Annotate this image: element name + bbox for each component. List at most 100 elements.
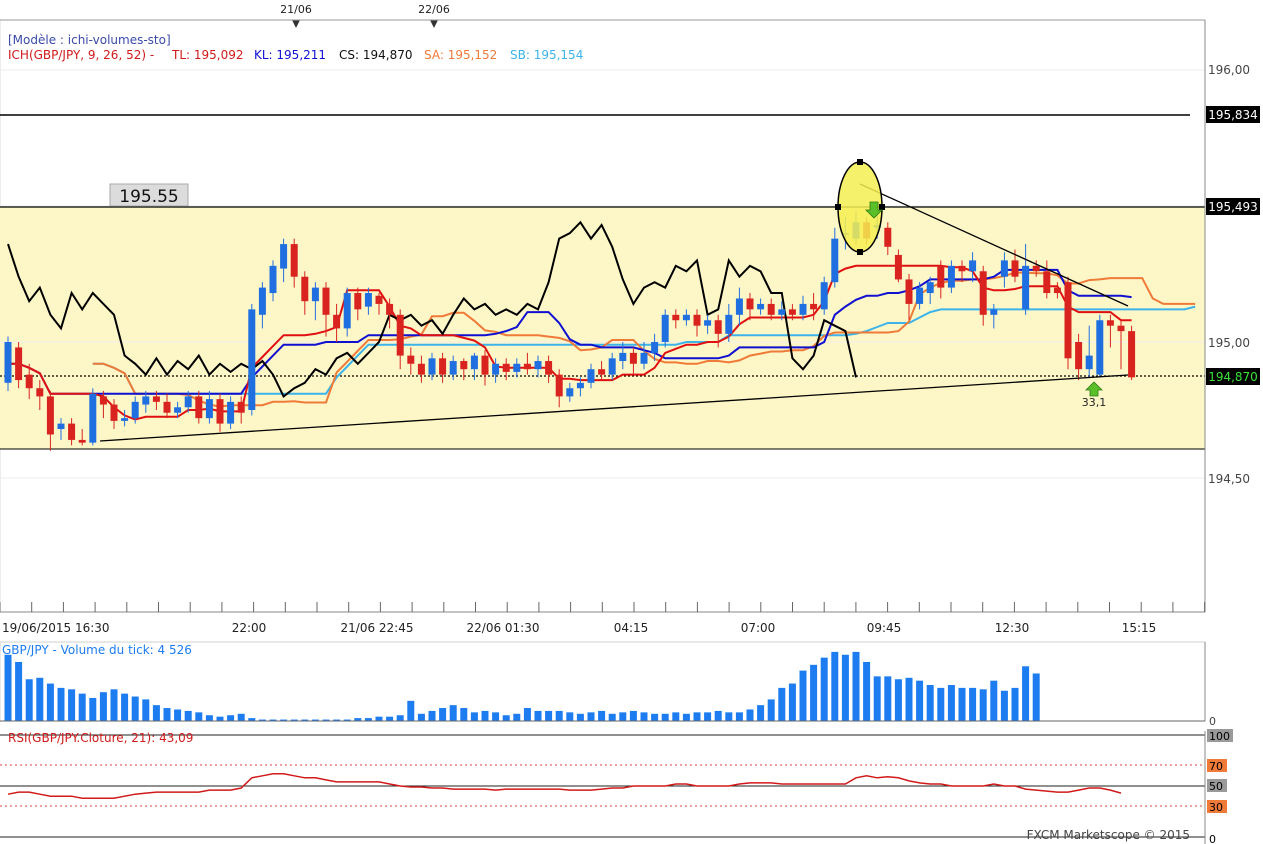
volume-bar	[619, 712, 627, 721]
volume-bar	[1000, 690, 1008, 721]
level-label: 195.55	[119, 187, 178, 207]
volume-bar	[417, 713, 425, 721]
volume-bar	[57, 687, 65, 721]
candle-body	[926, 282, 934, 294]
candle-body	[566, 388, 574, 397]
candle-body	[947, 265, 955, 288]
ellipse-handle-top[interactable]	[857, 159, 863, 165]
candle-body	[4, 342, 12, 383]
volume-bar	[598, 710, 606, 721]
candle-body	[333, 314, 341, 329]
time-label-1: 22:00	[232, 621, 267, 635]
candle-body	[714, 320, 722, 334]
volume-bar	[99, 692, 107, 721]
ellipse-handle-left[interactable]	[835, 204, 841, 210]
time-label-5: 07:00	[741, 621, 776, 635]
volume-bar	[682, 713, 690, 721]
volume-bar	[884, 676, 892, 721]
candle-body	[969, 260, 977, 272]
candle-body	[36, 388, 44, 397]
volume-bar	[68, 689, 76, 721]
candle-body	[534, 361, 542, 370]
volume-axis-zero: 0	[1209, 715, 1216, 728]
ich-label: ICH(GBP/JPY, 9, 26, 52) -	[8, 48, 154, 62]
volume-bar	[947, 685, 955, 721]
top-marker-2106: 21/06	[280, 3, 312, 16]
volume-bar	[905, 677, 913, 721]
candle-body	[640, 352, 648, 364]
annotation-value: 33,1	[1082, 396, 1107, 409]
candle-body	[174, 407, 182, 413]
volume-bar	[470, 712, 478, 721]
volume-bar	[788, 683, 796, 721]
chart-canvas: 33,1 195.55 [Modèle : ichi-volumes-sto] …	[0, 3, 1260, 844]
volume-bar	[725, 712, 733, 721]
candle-body	[110, 404, 118, 421]
candle-body	[396, 314, 404, 356]
candle-body	[672, 314, 680, 321]
candle-body	[725, 314, 733, 334]
candle-body	[1106, 320, 1114, 326]
candle-body	[364, 293, 372, 307]
ellipse-handle-right[interactable]	[879, 204, 885, 210]
volume-bar	[1011, 687, 1019, 721]
candle-body	[587, 369, 595, 383]
volume-bar	[629, 710, 637, 721]
volume-bar	[608, 713, 616, 721]
time-label-7: 12:30	[995, 621, 1030, 635]
footer-copyright: FXCM Marketscope © 2015	[1027, 828, 1190, 842]
rsi-pane[interactable]	[0, 731, 1205, 844]
rsi-label: RSI(GBP/JPY.Cloture, 21): 43,09	[8, 731, 193, 745]
ellipse-handle-bottom[interactable]	[857, 249, 863, 255]
candle-body	[25, 374, 33, 389]
volume-bar	[831, 651, 839, 721]
rsi-tag-0: 0	[1209, 833, 1216, 844]
volume-bar	[534, 710, 542, 721]
price-tick-1945: 194,50	[1208, 472, 1250, 486]
candle-body	[152, 396, 160, 402]
candle-body	[502, 363, 510, 372]
volume-bar	[237, 713, 245, 721]
volume-bar	[174, 709, 182, 721]
candle-body	[661, 314, 669, 342]
volume-bar	[693, 712, 701, 721]
volume-bar	[375, 716, 383, 721]
volume-bar	[4, 654, 12, 721]
volume-bar	[937, 687, 945, 721]
volume-bar	[449, 705, 457, 721]
volume-bar	[386, 716, 394, 721]
price-tick-196: 196,00	[1208, 63, 1250, 77]
top-marker-2206: 22/06	[418, 3, 450, 16]
candle-body	[354, 293, 362, 310]
volume-bar	[566, 712, 574, 721]
candle-body	[905, 279, 913, 304]
candle-body	[195, 396, 203, 419]
candle-body	[937, 265, 945, 288]
candle-body	[1064, 282, 1072, 359]
candle-body	[322, 287, 330, 315]
candle-body	[831, 238, 839, 283]
candle-body	[576, 382, 584, 389]
volume-bar	[121, 693, 129, 721]
candle-body	[163, 401, 171, 413]
candle-body	[810, 303, 818, 310]
candle-body	[1022, 265, 1030, 310]
candle-body	[89, 393, 97, 443]
volume-bar	[481, 710, 489, 721]
volume-bar	[184, 710, 192, 721]
volume-bar	[661, 713, 669, 721]
sa-value: SA: 195,152	[424, 48, 497, 62]
volume-bar	[502, 715, 510, 721]
candle-body	[290, 244, 298, 277]
candle-body	[417, 363, 425, 375]
candle-body	[513, 363, 521, 372]
candle-body	[894, 254, 902, 280]
candle-body	[746, 298, 754, 310]
volume-bar	[36, 677, 44, 721]
volume-bar	[746, 709, 754, 721]
candle-body	[15, 347, 23, 381]
volume-bar	[555, 710, 563, 721]
volume-bar	[894, 679, 902, 721]
candle-body	[1085, 355, 1093, 370]
candle-body	[121, 418, 129, 421]
